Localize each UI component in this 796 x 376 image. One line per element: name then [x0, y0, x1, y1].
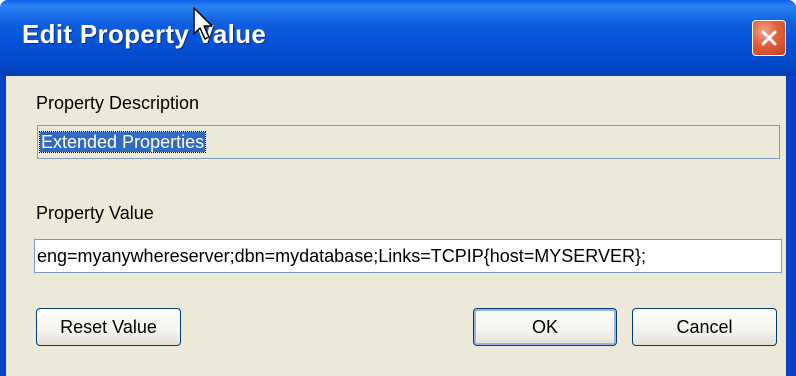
title-bar[interactable]: Edit Property Value	[0, 0, 796, 76]
edit-property-dialog: Edit Property Value Property Description…	[0, 0, 796, 376]
ok-button[interactable]: OK	[473, 308, 617, 346]
dialog-body: Property Description Extended Properties…	[6, 76, 786, 376]
property-description-field[interactable]: Extended Properties	[37, 125, 780, 159]
property-description-value: Extended Properties	[38, 131, 207, 153]
property-value-input[interactable]: eng=myanywhereserver;dbn=mydatabase;Link…	[34, 239, 782, 273]
close-icon	[761, 30, 777, 46]
property-value-label: Property Value	[36, 203, 154, 223]
property-description-label: Property Description	[36, 93, 200, 113]
dialog-title: Edit Property Value	[22, 19, 267, 49]
cancel-button[interactable]: Cancel	[632, 308, 777, 346]
mouse-pointer-icon	[193, 7, 213, 40]
close-button[interactable]	[752, 20, 786, 56]
reset-value-button[interactable]: Reset Value	[36, 308, 181, 346]
